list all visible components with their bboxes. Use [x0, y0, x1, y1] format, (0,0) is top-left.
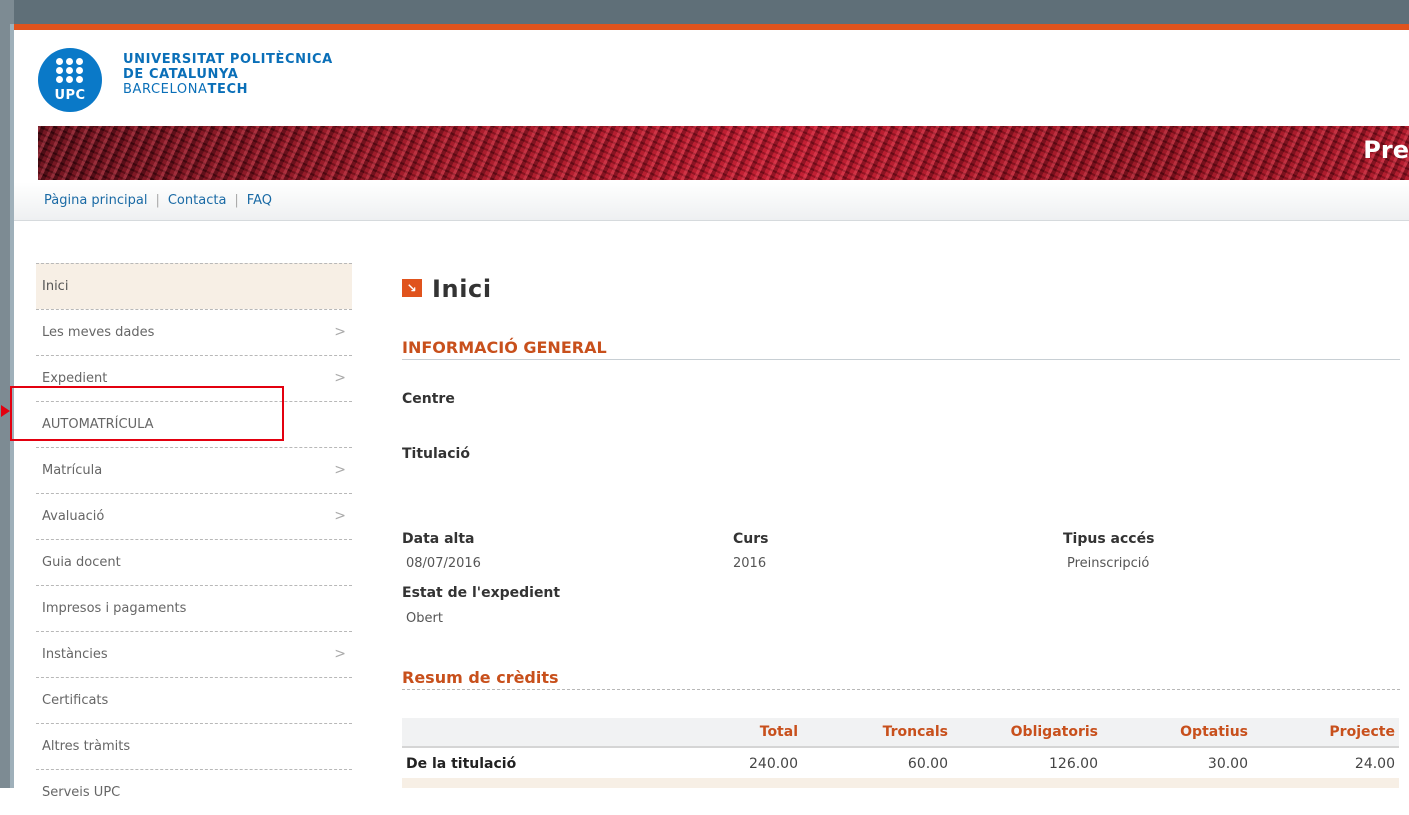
- sidebar-item-matricula[interactable]: Matrícula >: [36, 447, 352, 493]
- sidebar-item-label: Matrícula: [42, 463, 103, 478]
- logo-text: UPC: [54, 88, 86, 103]
- window-frame-top: [0, 0, 1409, 24]
- sidebar-item-label: Altres tràmits: [42, 739, 131, 754]
- sidebar-item-label: Instàncies: [42, 647, 108, 662]
- university-name-barcelona: BARCELONA: [123, 82, 208, 97]
- data-alta-label: Data alta: [402, 531, 475, 547]
- arrow-down-right-icon: ↘: [402, 279, 422, 297]
- titulacio-label: Titulació: [402, 446, 470, 462]
- sidebar-item-label: Inici: [42, 279, 69, 294]
- table-cell: 60.00: [802, 746, 952, 780]
- top-navigation: Pàgina principal | Contacta | FAQ: [14, 182, 1409, 221]
- curs-value: 2016: [733, 556, 767, 571]
- sidebar-item-label: Expedient: [42, 371, 108, 386]
- chevron-right-icon: >: [334, 370, 346, 386]
- sidebar-item-guia-docent[interactable]: Guia docent: [36, 539, 352, 585]
- column-header-optatius: Optatius: [1180, 724, 1248, 740]
- sidebar-menu: Inici Les meves dades > Expedient > AUTOMA…: [36, 263, 352, 815]
- sidebar-item-serveis-upc[interactable]: Serveis UPC: [36, 769, 352, 815]
- estat-expedient-value: Obert: [406, 611, 443, 626]
- column-header: [402, 718, 692, 747]
- section-divider: [402, 689, 1400, 690]
- sidebar-item-inici[interactable]: Inici: [36, 263, 352, 309]
- university-name-tech: TECH: [207, 82, 249, 97]
- table-cell: 126.00: [952, 746, 1102, 780]
- table-cell: 24.00: [1252, 746, 1399, 780]
- upc-logo[interactable]: UPC: [38, 48, 102, 112]
- sidebar-item-instancies[interactable]: Instàncies >: [36, 631, 352, 677]
- table-row: De la titulació 240.00 60.00 126.00 30.0…: [402, 746, 1399, 780]
- page-title-text: Inici: [432, 275, 492, 303]
- chevron-right-icon: >: [334, 462, 346, 478]
- arrow-pointer-icon: [1, 405, 10, 417]
- sidebar-item-label: Impresos i pagaments: [42, 601, 187, 616]
- nav-link-faq[interactable]: FAQ: [247, 193, 272, 208]
- university-name-line3: BARCELONATECH: [123, 82, 333, 97]
- chevron-right-icon: >: [334, 646, 346, 662]
- table-header-row: Total Troncals Obligatoris Optatius Proj…: [402, 718, 1399, 747]
- column-header-troncals: Troncals: [882, 724, 948, 740]
- sidebar-item-label: Guia docent: [42, 555, 121, 570]
- university-name-line2: DE CATALUNYA: [123, 67, 239, 82]
- section-heading-credits: Resum de crèdits: [402, 668, 559, 687]
- section-heading-general: INFORMACIÓ GENERAL: [402, 338, 607, 357]
- sidebar-item-label: Avaluació: [42, 509, 105, 524]
- university-name-line1: UNIVERSITAT POLITÈCNICA: [123, 52, 333, 67]
- table-row-partial: [402, 778, 1399, 788]
- chevron-right-icon: >: [334, 508, 346, 524]
- tipus-acces-value: Preinscripció: [1067, 556, 1150, 571]
- nav-link-home[interactable]: Pàgina principal: [44, 193, 147, 208]
- header-banner: Pre: [38, 126, 1409, 180]
- logo-dots-icon: [56, 58, 84, 84]
- nav-separator: |: [155, 193, 160, 208]
- sidebar-item-label: Certificats: [42, 693, 109, 708]
- highlight-annotation-box: [10, 386, 284, 441]
- row-label: De la titulació: [402, 746, 692, 780]
- nav-link-contact[interactable]: Contacta: [168, 193, 227, 208]
- sidebar-item-altres-tramits[interactable]: Altres tràmits: [36, 723, 352, 769]
- tipus-acces-label: Tipus accés: [1063, 531, 1155, 547]
- sidebar-item-label: Serveis UPC: [42, 785, 121, 800]
- table-cell: 240.00: [692, 746, 802, 780]
- banner-title: Pre: [1363, 136, 1409, 164]
- column-header-total: Total: [759, 724, 798, 740]
- top-navigation-links: Pàgina principal | Contacta | FAQ: [44, 193, 272, 208]
- data-alta-value: 08/07/2016: [406, 556, 481, 571]
- centre-label: Centre: [402, 391, 455, 407]
- chevron-right-icon: >: [334, 324, 346, 340]
- sidebar-item-certificats[interactable]: Certificats: [36, 677, 352, 723]
- column-header-projecte: Projecte: [1329, 724, 1395, 740]
- estat-expedient-label: Estat de l'expedient: [402, 585, 561, 601]
- section-divider: [402, 359, 1400, 360]
- credits-table: Total Troncals Obligatoris Optatius Proj…: [402, 718, 1399, 780]
- sidebar-item-impresos-i-pagaments[interactable]: Impresos i pagaments: [36, 585, 352, 631]
- page-title: ↘ Inici: [402, 275, 492, 303]
- curs-label: Curs: [733, 531, 769, 547]
- university-name: UNIVERSITAT POLITÈCNICA DE CATALUNYA BAR…: [123, 52, 333, 97]
- sidebar-item-label: Les meves dades: [42, 325, 155, 340]
- sidebar-item-avaluacio[interactable]: Avaluació >: [36, 493, 352, 539]
- nav-separator: |: [234, 193, 239, 208]
- table-cell: 30.00: [1102, 746, 1252, 780]
- column-header-obligatoris: Obligatoris: [1010, 724, 1098, 740]
- header-accent-bar: [14, 24, 1409, 30]
- sidebar-item-les-meves-dades[interactable]: Les meves dades >: [36, 309, 352, 355]
